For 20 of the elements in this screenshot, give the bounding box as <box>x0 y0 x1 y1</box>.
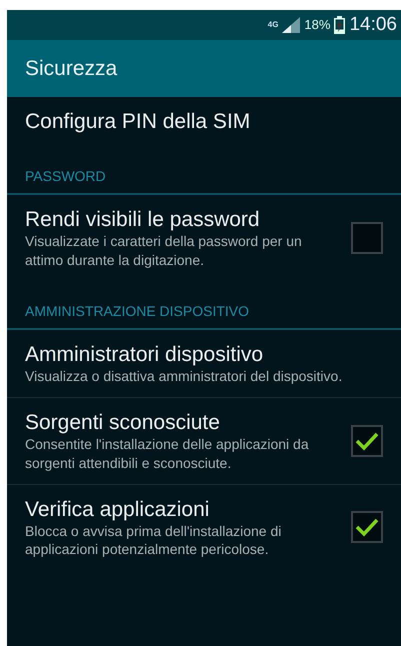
checkbox[interactable] <box>351 424 383 457</box>
setting-summary: Blocca o avvisa prima dell'installazione di applicazioni potenzialmente pericolose. <box>25 522 282 558</box>
battery-percent: 18% <box>304 16 330 34</box>
section-header: PASSWORD <box>7 146 401 196</box>
battery-charging-icon <box>334 16 346 34</box>
setting-title[interactable]: Sorgenti sconosciute <box>25 410 343 436</box>
network-indicator: 4G <box>268 21 278 29</box>
checkbox[interactable] <box>351 511 383 544</box>
clock-time: 14:06 <box>349 12 397 37</box>
setting-summary: Visualizzate i caratteri della password per un attimo durante la digitazione. <box>25 232 303 269</box>
section-header: AMMINISTRAZIONE DISPOSITIVO <box>7 280 401 330</box>
screen-title: Sicurezza <box>25 56 118 82</box>
setting-title[interactable]: Rendi visibili le password <box>25 207 343 232</box>
setting-title[interactable]: Configura PIN della SIM <box>25 109 383 134</box>
signal-icon <box>282 17 300 33</box>
checkbox[interactable] <box>351 222 383 254</box>
setting-summary: Visualizza o disattiva amministratori del dispositivo. <box>25 366 344 386</box>
setting-title[interactable]: Verifica applicazioni <box>25 496 343 522</box>
setting-title[interactable]: Amministratori dispositivo <box>25 342 383 367</box>
setting-summary: Consentite l'installazione delle applicazioni da sorgenti attendibili e sconosciute. <box>25 435 310 472</box>
